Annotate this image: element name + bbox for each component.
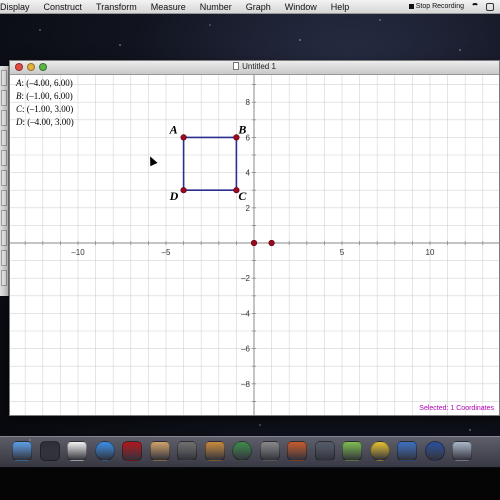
folder-icon[interactable] (452, 441, 472, 461)
toolbox-tool[interactable] (1, 110, 7, 126)
toolbox-tool[interactable] (1, 210, 7, 226)
status-menu-icon[interactable] (486, 2, 494, 11)
measurement-b[interactable]: B: (–1.00, 6.00) (16, 90, 74, 103)
unit-point[interactable] (268, 239, 275, 247)
coordinate-measurements: A: (–4.00, 6.00) B: (–1.00, 6.00) C: (–1… (16, 77, 74, 129)
toolbox-tool[interactable] (1, 70, 7, 86)
menu-window[interactable]: Window (278, 2, 324, 12)
y-tick-label: –2 (241, 274, 250, 283)
menu-extras: Stop Recording (408, 0, 494, 13)
point-label-c: C (238, 189, 247, 203)
time-machine-icon[interactable] (232, 441, 252, 461)
stop-recording-button[interactable]: Stop Recording (408, 3, 464, 10)
toolbox-tool[interactable] (1, 150, 7, 166)
toolbox-tool[interactable] (1, 230, 7, 246)
y-tick-label: 2 (246, 204, 251, 213)
coordinate-grid[interactable]: –10 –5 5 108642–2–4–6–8A BCD (10, 75, 499, 415)
point-label-a: A (169, 122, 178, 136)
desktop-bottom (0, 468, 500, 500)
menu-help[interactable]: Help (324, 2, 357, 12)
menu-graph[interactable]: Graph (239, 2, 278, 12)
script-editor-icon[interactable] (314, 441, 335, 461)
measurement-c[interactable]: C: (–1.00, 3.00) (16, 103, 74, 116)
point-d[interactable] (180, 187, 187, 194)
iphoto-icon[interactable] (149, 441, 170, 461)
x-tick-label: 10 (426, 248, 435, 257)
document-icon (233, 62, 240, 70)
x-tick-label: –10 (71, 248, 85, 257)
menu-number[interactable]: Number (193, 2, 239, 12)
toolbox-tool[interactable] (1, 170, 7, 186)
y-tick-label: –4 (241, 309, 250, 318)
y-tick-label: –6 (241, 345, 250, 354)
y-tick-label: 4 (246, 169, 251, 178)
quicktime-icon[interactable] (424, 441, 445, 461)
garageband-icon[interactable] (204, 441, 225, 461)
toolbox-palette (0, 66, 9, 296)
sketch-canvas[interactable]: –10 –5 5 10 8 6 4 2 –2 –4 –6 –8 A B C D A: (–4.00, 6.00… (10, 75, 499, 415)
stop-recording-label: Stop Recording (415, 3, 464, 10)
measurement-a[interactable]: A: (–4.00, 6.00) (16, 77, 74, 90)
x-tick-label: 5 (340, 248, 345, 257)
preview-icon[interactable] (287, 441, 307, 461)
finder-icon[interactable] (12, 441, 32, 461)
point-label-b: B (237, 122, 246, 136)
origin-point[interactable] (250, 239, 258, 247)
y-tick-label: 8 (246, 98, 251, 107)
sketch-window: Untitled 1 –10 –5 5 10 8 6 4 2 –2 –4 –6 –8 A B C D A: (… (9, 60, 500, 416)
y-tick-label: –8 (241, 380, 250, 389)
dock (0, 436, 500, 467)
point-a[interactable] (180, 134, 187, 141)
chrome-icon[interactable] (369, 441, 390, 461)
window-titlebar[interactable]: Untitled 1 (10, 61, 499, 75)
toolbox-tool[interactable] (1, 250, 7, 266)
menu-bar: Display Construct Transform Measure Numb… (0, 0, 500, 14)
chart-app-icon[interactable] (342, 441, 362, 461)
menu-construct[interactable]: Construct (37, 2, 90, 12)
square-polygon[interactable] (182, 136, 238, 191)
calendar-icon[interactable] (67, 441, 87, 461)
toolbox-tool[interactable] (1, 130, 7, 146)
menu-transform[interactable]: Transform (89, 2, 144, 12)
toolbox-tool[interactable] (1, 270, 7, 286)
wifi-icon[interactable] (470, 2, 480, 11)
window-title: Untitled 1 (242, 62, 276, 71)
menu-measure[interactable]: Measure (144, 2, 193, 12)
screen-capture-icon[interactable] (259, 441, 280, 461)
x-tick-label: –5 (162, 248, 171, 257)
tools-icon[interactable] (397, 441, 417, 461)
toolbox-tool[interactable] (1, 90, 7, 106)
menu-display[interactable]: Display (0, 2, 37, 12)
stop-icon (408, 4, 414, 9)
photo-booth-icon[interactable] (122, 441, 142, 461)
measurement-d[interactable]: D: (–4.00, 3.00) (16, 116, 74, 129)
selection-status: Selected: 1 Coordinates (419, 405, 494, 412)
itunes-icon[interactable] (94, 441, 115, 461)
toolbox-tool[interactable] (1, 190, 7, 206)
system-tool-icon[interactable] (177, 441, 197, 461)
point-label-d: D (169, 189, 179, 203)
dashboard-icon[interactable] (39, 441, 60, 461)
